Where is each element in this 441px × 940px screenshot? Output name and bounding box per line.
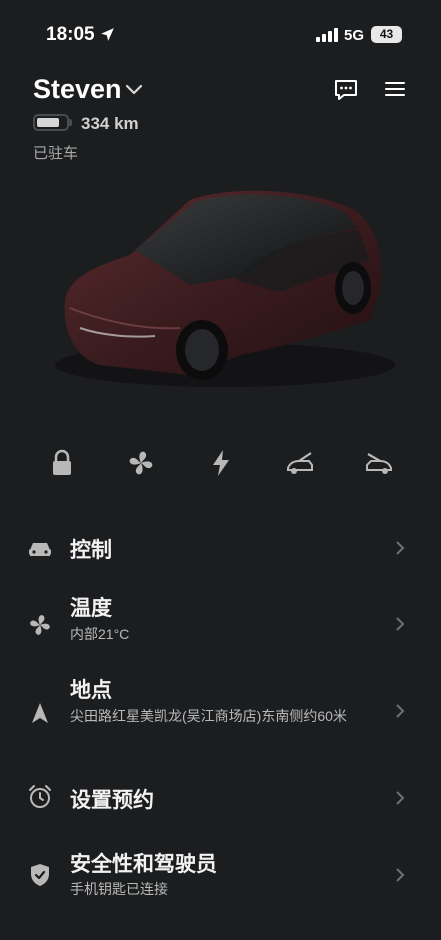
navigation-icon	[32, 703, 48, 723]
message-icon[interactable]	[333, 78, 359, 102]
hamburger-menu-icon[interactable]	[384, 80, 406, 98]
menu-row-safety[interactable]: 安全性和驾驶员 手机钥匙已连接	[0, 842, 441, 912]
phone-battery: 43	[371, 26, 402, 43]
trunk-icon[interactable]	[364, 448, 394, 478]
charge-icon[interactable]	[206, 448, 236, 478]
menu-row-location[interactable]: 地点 尖田路红星美凯龙(吴江商场店)东南侧约60米	[0, 670, 441, 755]
chevron-right-icon	[396, 617, 405, 631]
chevron-right-icon	[396, 791, 405, 805]
chevron-right-icon	[396, 541, 405, 555]
menu-title: 温度	[70, 597, 112, 620]
vehicle-battery-gauge	[33, 114, 69, 131]
menu-title: 控制	[70, 539, 112, 562]
shield-check-icon	[31, 864, 49, 886]
vehicle-name[interactable]: Steven	[33, 74, 122, 105]
fan-icon	[30, 615, 50, 635]
car-icon	[29, 543, 51, 556]
frunk-icon[interactable]	[285, 448, 315, 478]
alarm-clock-icon	[29, 785, 51, 808]
status-time: 18:05	[46, 24, 95, 45]
battery-tip	[69, 119, 72, 126]
menu-row-controls[interactable]: 控制	[0, 520, 441, 575]
chevron-down-icon[interactable]	[124, 83, 144, 97]
menu-title: 地点	[70, 679, 112, 702]
menu-subtitle: 尖田路红星美凯龙(吴江商场店)东南侧约60米	[70, 708, 347, 724]
vehicle-state: 已驻车	[33, 145, 79, 162]
menu-row-climate[interactable]: 温度 内部21°C	[0, 588, 441, 658]
menu-row-schedule[interactable]: 设置预约	[0, 770, 441, 825]
menu-subtitle: 手机钥匙已连接	[70, 881, 168, 897]
location-arrow-icon	[101, 28, 114, 41]
vehicle-range: 334 km	[81, 114, 139, 133]
vehicle-image	[55, 190, 395, 387]
menu-title: 设置预约	[70, 789, 154, 812]
menu-subtitle: 内部21°C	[70, 626, 130, 642]
lock-icon[interactable]	[47, 448, 77, 478]
chevron-right-icon	[396, 868, 405, 882]
menu-title: 安全性和驾驶员	[70, 853, 217, 876]
cellular-signal-icon	[316, 28, 338, 42]
vehicle-battery-fill	[37, 118, 59, 127]
chevron-right-icon	[396, 704, 405, 718]
fan-icon[interactable]	[126, 448, 156, 478]
network-type: 5G	[344, 27, 365, 44]
